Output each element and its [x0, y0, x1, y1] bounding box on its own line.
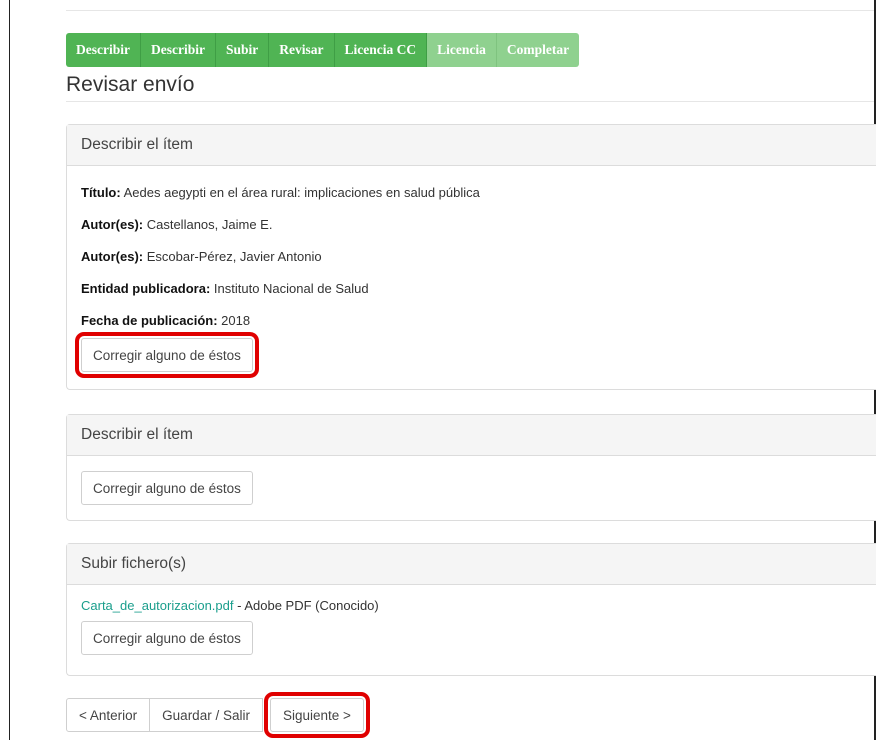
window-left-border [9, 0, 10, 740]
field-date: Fecha de publicación: 2018 [81, 312, 862, 338]
field-value: 2018 [217, 313, 251, 328]
field-label: Título: [81, 185, 121, 200]
field-label: Fecha de publicación: [81, 313, 218, 328]
uploaded-file-row: Carta_de_autorizacion.pdf - Adobe PDF (C… [81, 597, 862, 621]
field-label: Entidad publicadora: [81, 281, 211, 296]
field-label: Autor(es): [81, 249, 144, 264]
step-describir-1[interactable]: Describir [66, 33, 141, 67]
page-title: Revisar envío [66, 73, 195, 96]
edit-files-button[interactable]: Corregir alguno de éstos [81, 621, 253, 655]
file-format: - Adobe PDF (Conocido) [233, 598, 379, 613]
step-licencia: Licencia [427, 33, 497, 67]
navigation-buttons: < Anterior Guardar / Salir Siguiente > [66, 692, 370, 738]
describe-item-panel-1: Describir el ítem Título: Aedes aegypti … [66, 124, 876, 390]
field-publisher: Entidad publicadora: Instituto Nacional … [81, 280, 862, 312]
next-button[interactable]: Siguiente > [263, 692, 370, 738]
describe-item-panel-2: Describir el ítem Corregir alguno de ést… [66, 414, 876, 521]
title-divider [66, 101, 874, 102]
step-completar: Completar [496, 33, 580, 67]
field-value: Aedes aegypti en el área rural: implicac… [120, 185, 480, 200]
field-author-1: Autor(es): Castellanos, Jaime E. [81, 216, 862, 248]
field-value: Escobar-Pérez, Javier Antonio [143, 249, 322, 264]
top-divider [66, 10, 874, 11]
field-title: Título: Aedes aegypti en el área rural: … [81, 184, 862, 216]
edit-description-button-2[interactable]: Corregir alguno de éstos [81, 471, 253, 505]
step-revisar[interactable]: Revisar [269, 33, 335, 67]
step-subir[interactable]: Subir [215, 33, 270, 67]
field-value: Instituto Nacional de Salud [210, 281, 369, 296]
panel-heading: Subir fichero(s) [67, 544, 876, 585]
field-author-2: Autor(es): Escobar-Pérez, Javier Antonio [81, 248, 862, 280]
field-label: Autor(es): [81, 217, 144, 232]
field-value: Castellanos, Jaime E. [143, 217, 273, 232]
step-licencia-cc[interactable]: Licencia CC [334, 33, 428, 67]
save-exit-button[interactable]: Guardar / Salir [149, 698, 263, 732]
edit-description-button[interactable]: Corregir alguno de éstos [75, 332, 259, 378]
step-describir-2[interactable]: Describir [140, 33, 216, 67]
panel-heading: Describir el ítem [67, 415, 876, 456]
submission-progress-bar: Describir Describir Subir Revisar Licenc… [66, 33, 580, 67]
upload-files-panel: Subir fichero(s) Carta_de_autorizacion.p… [66, 543, 876, 676]
file-link[interactable]: Carta_de_autorizacion.pdf [81, 598, 234, 613]
panel-heading: Describir el ítem [67, 125, 876, 166]
previous-button[interactable]: < Anterior [66, 698, 151, 732]
